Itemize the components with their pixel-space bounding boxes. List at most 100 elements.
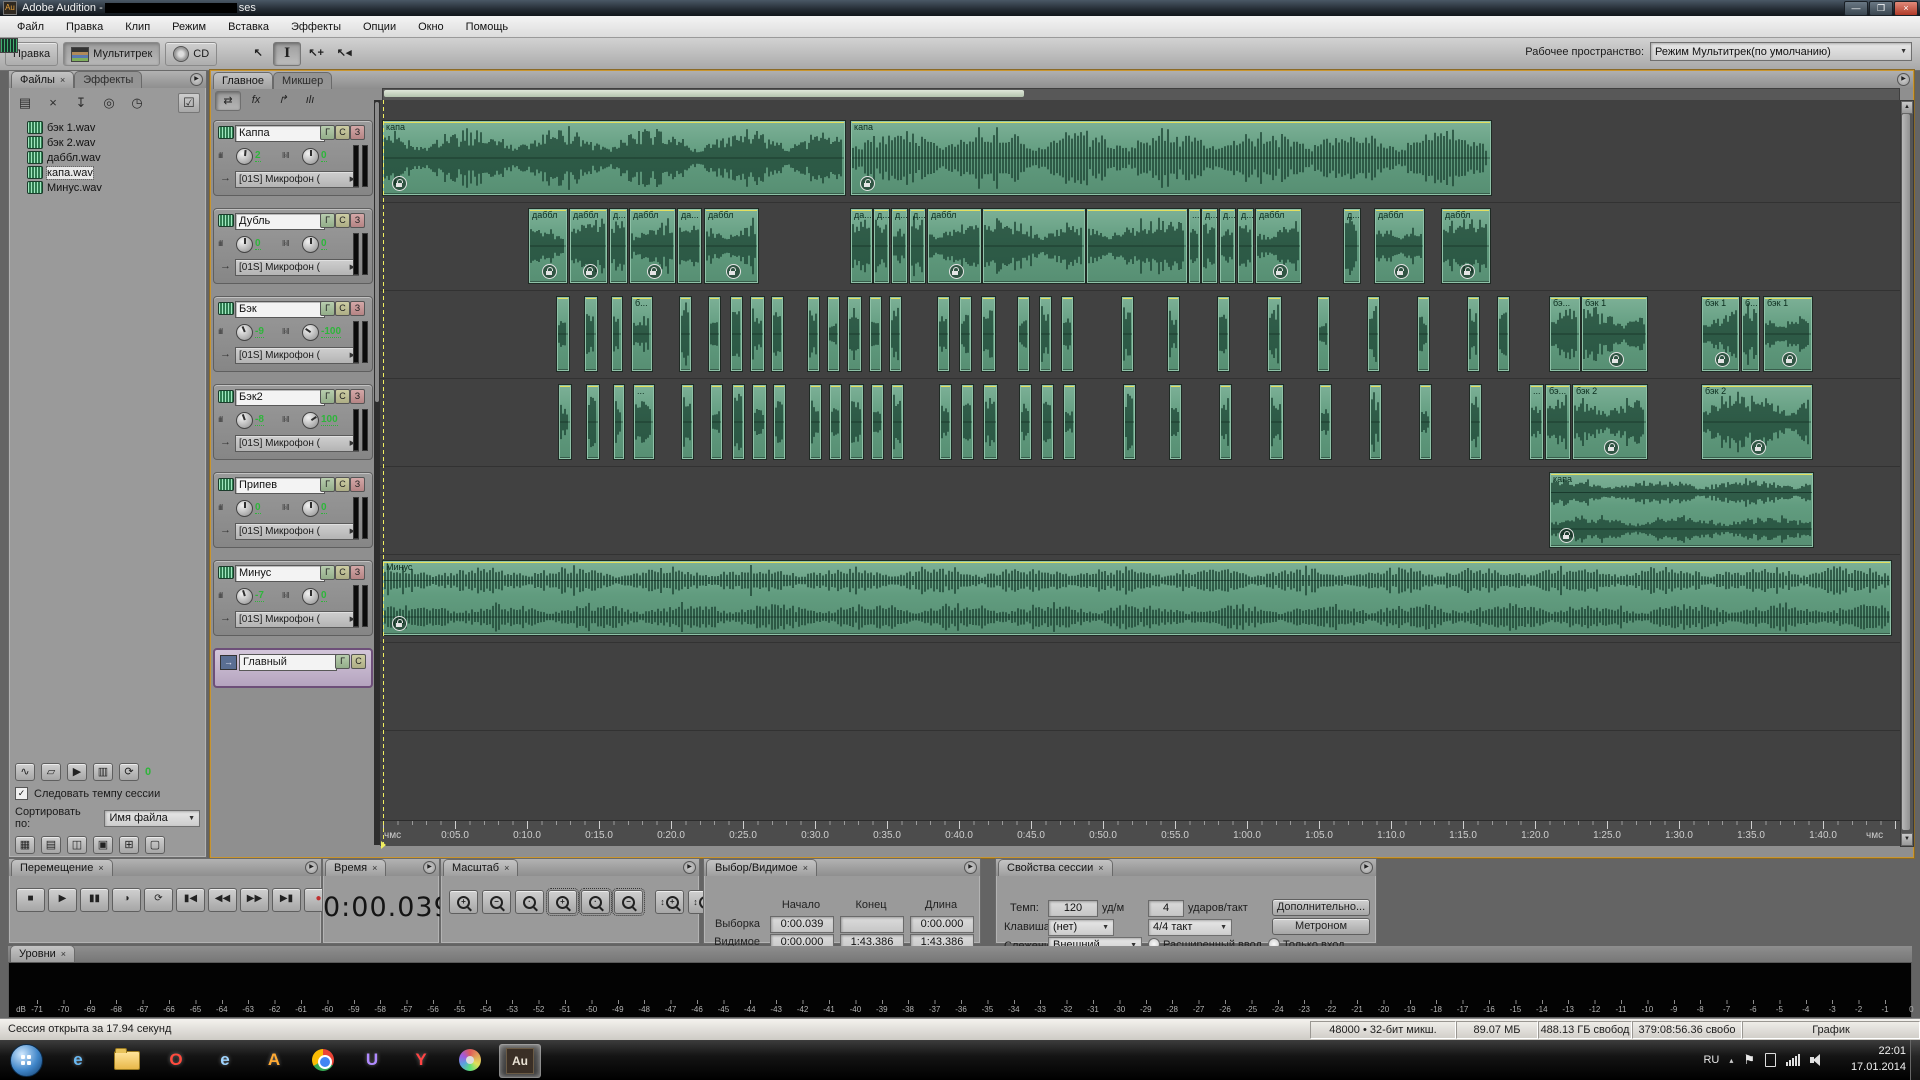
zoom-selection-right-button[interactable]: − (614, 890, 643, 914)
audio-clip[interactable] (828, 297, 839, 371)
taskbar-app-adobe-audition[interactable]: Au (499, 1044, 541, 1078)
insert-into-multitrack-icon[interactable]: ↧ (71, 94, 91, 112)
volume-icon[interactable] (1810, 1054, 1824, 1066)
removable-device-icon[interactable] (1765, 1053, 1776, 1067)
track-header-Минус[interactable]: МинусГСЗılıl-7‖◦‖0→[01S] Микрофон (▶ (213, 560, 373, 636)
audio-clip[interactable] (1020, 385, 1031, 459)
audio-clip[interactable] (960, 297, 971, 371)
vertical-scrollbar[interactable]: ▲ ▼ (1900, 100, 1914, 847)
zoom-selection-left-button[interactable]: + (548, 890, 577, 914)
tab-files[interactable]: Файлы× (11, 71, 74, 88)
taskbar-app-yandex-browser[interactable]: Y (401, 1044, 441, 1076)
time-ruler[interactable]: чмс0:05.00:10.00:15.00:20.00:25.00:30.00… (380, 820, 1900, 846)
audio-clip[interactable]: даббл (705, 209, 758, 283)
move-clip-tool[interactable]: ↖+ (303, 42, 329, 64)
audio-clip[interactable]: капа (851, 121, 1491, 195)
track-name-field[interactable]: Бэк2 (235, 389, 325, 406)
taskbar-app-paint-app[interactable] (450, 1044, 490, 1076)
language-indicator[interactable]: RU (1703, 1054, 1719, 1066)
audio-clip[interactable]: даббл (570, 209, 607, 283)
clip-lock-icon[interactable] (1559, 528, 1574, 543)
audio-clip[interactable] (1040, 297, 1051, 371)
audio-clip[interactable] (751, 297, 764, 371)
audio-clip[interactable] (1418, 297, 1429, 371)
sort-dropdown[interactable]: Имя файла▼ (104, 810, 200, 827)
tray-expand-icon[interactable]: ▴ (1729, 1056, 1733, 1065)
advanced-button[interactable]: Дополнительно... (1272, 899, 1370, 916)
audio-clip[interactable] (1220, 385, 1231, 459)
action-center-flag-icon[interactable]: ⚑ (1743, 1052, 1755, 1068)
volume-knob[interactable] (236, 324, 253, 341)
track-solo-button[interactable]: С (335, 125, 350, 140)
audio-clip[interactable]: д... (1238, 209, 1253, 283)
audio-clip[interactable] (1468, 297, 1479, 371)
track-record-button[interactable]: З (350, 213, 365, 228)
taskbar-app-app-a[interactable]: A (254, 1044, 294, 1076)
audio-clip[interactable] (614, 385, 624, 459)
audio-clip[interactable] (1218, 297, 1229, 371)
audio-clip[interactable] (1064, 385, 1075, 459)
start-button[interactable] (10, 1044, 43, 1077)
track-header-Бэк2[interactable]: Бэк2ГСЗılıl-8‖◦‖100→[01S] Микрофон (▶ (213, 384, 373, 460)
close-tab-icon[interactable]: × (1098, 861, 1103, 876)
clip-lock-icon[interactable] (1782, 352, 1797, 367)
track-record-button[interactable]: З (350, 565, 365, 580)
preview-meter-icon[interactable]: ▥ (93, 763, 113, 781)
menu-item-5[interactable]: Вставка (217, 18, 280, 36)
scroll-down-icon[interactable]: ▼ (1901, 833, 1913, 846)
pause-button[interactable]: ▮▮ (80, 888, 109, 912)
input-source-dropdown[interactable]: [01S] Микрофон (▶ (235, 347, 359, 364)
clip-lock-icon[interactable] (860, 176, 875, 191)
preview-folder-icon[interactable]: ▱ (41, 763, 61, 781)
audio-clip[interactable] (585, 297, 597, 371)
menu-item-3[interactable]: Клип (114, 18, 161, 36)
audio-clip[interactable] (938, 297, 949, 371)
track-name-field[interactable]: Припев (235, 477, 325, 494)
track-record-button[interactable]: З (350, 477, 365, 492)
audio-clip[interactable]: б... (1742, 297, 1759, 371)
import-file-icon[interactable]: ▤ (15, 94, 35, 112)
clip-lock-icon[interactable] (542, 264, 557, 279)
zoom-in-horizontal-button[interactable]: + (449, 890, 478, 914)
preview-loop-icon[interactable]: ⟳ (119, 763, 139, 781)
track-header-Бэк[interactable]: БэкГСЗılıl-9‖◦‖-100→[01S] Микрофон (▶ (213, 296, 373, 372)
audio-clip[interactable] (1368, 297, 1379, 371)
timeline[interactable]: капакападабблдабблд...дабблда...дабблда.… (380, 100, 1900, 820)
clip-lock-icon[interactable] (726, 264, 741, 279)
audio-clip[interactable] (962, 385, 973, 459)
move-copy-clip-tool[interactable]: ⇄ (215, 91, 241, 111)
volume-value[interactable]: -8 (255, 414, 264, 426)
audio-clip[interactable] (753, 385, 766, 459)
scrollbar-thumb[interactable] (1902, 114, 1910, 830)
fx-rack-button[interactable]: fx (244, 91, 268, 109)
input-source-dropdown[interactable]: [01S] Микрофон (▶ (235, 435, 359, 452)
audio-clip[interactable] (1470, 385, 1481, 459)
audio-clip[interactable]: даббл (928, 209, 981, 283)
audio-clip[interactable]: да... (678, 209, 701, 283)
go-to-end-button[interactable]: ▶▮ (272, 888, 301, 912)
close-tab-icon[interactable]: × (504, 861, 509, 876)
track-name-field[interactable]: Бэк (235, 301, 325, 318)
minimize-button[interactable]: — (1844, 1, 1868, 16)
audio-clip[interactable] (830, 385, 841, 459)
audio-clip[interactable] (774, 385, 785, 459)
master-track-name[interactable]: Главный (239, 654, 337, 671)
panel-menu-icon[interactable]: ▶ (964, 861, 977, 874)
filter-midi-icon[interactable]: ◫ (67, 836, 87, 854)
audio-clip[interactable]: д... (1220, 209, 1235, 283)
track-solo-button[interactable]: С (335, 477, 350, 492)
track-header-Дубль[interactable]: ДубльГСЗılıl0‖◦‖0→[01S] Микрофон (▶ (213, 208, 373, 284)
file-item[interactable]: бэк 1.wav (13, 120, 202, 135)
maximize-button[interactable]: ❒ (1869, 1, 1893, 16)
audio-clip[interactable] (1018, 297, 1029, 371)
menu-item-7[interactable]: Опции (352, 18, 407, 36)
pan-knob[interactable] (302, 236, 319, 253)
audio-clip[interactable] (1270, 385, 1283, 459)
pan-knob[interactable] (302, 148, 319, 165)
audio-clip[interactable] (587, 385, 599, 459)
audio-clip[interactable]: ... (1189, 209, 1200, 283)
audio-clip[interactable]: бэк 2 (1702, 385, 1812, 459)
audio-clip[interactable] (983, 209, 1085, 283)
menu-item-4[interactable]: Режим (161, 18, 217, 36)
track-name-field[interactable]: Минус (235, 565, 325, 582)
